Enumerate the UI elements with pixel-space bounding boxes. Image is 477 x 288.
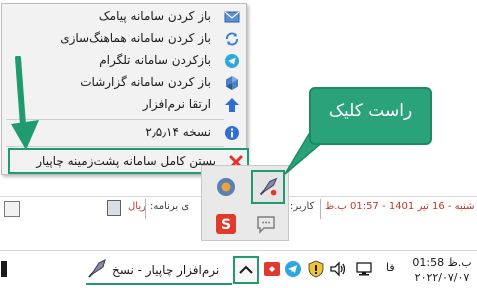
- date-time-label: شنبه - 16 تیر 1401 - 01:57 ب.ظ: [325, 201, 475, 212]
- status-field[interactable]: [4, 201, 20, 217]
- s-app-tray-icon[interactable]: S: [215, 213, 237, 235]
- calculator-icon[interactable]: [107, 200, 121, 216]
- telegram-tray-icon[interactable]: [284, 260, 302, 278]
- taskbar-edge-icon: [1, 261, 7, 277]
- currency-label: ریال: [128, 201, 146, 212]
- user-label: کاربر:: [290, 201, 315, 212]
- program-label: ی برنامه:: [150, 201, 190, 212]
- svg-text:S: S: [221, 217, 231, 233]
- divider: [145, 199, 146, 219]
- annotation-arrow-icon: [11, 56, 39, 150]
- taskbar-clock[interactable]: 01:58 ب.ظ ۲۰۲۲/۰۷/۰۷: [410, 255, 474, 285]
- volume-icon[interactable]: [329, 260, 347, 278]
- sync-icon: [226, 32, 238, 46]
- taskbar-app-label: نرم‌افزار چاپیار - نسخ: [112, 263, 220, 277]
- clock-time: 01:58 ب.ظ: [412, 256, 472, 269]
- anydesk-icon[interactable]: [263, 260, 281, 278]
- upgrade-arrow-icon: [225, 98, 239, 112]
- network-icon[interactable]: [355, 260, 373, 278]
- chevron-up-icon: [239, 265, 253, 274]
- right-click-callout: راست کلیک: [309, 87, 432, 145]
- app-tray-icon[interactable]: [215, 176, 237, 198]
- callout-text: راست کلیک: [328, 101, 413, 121]
- chapyar-app-icon: [88, 259, 106, 278]
- divider: [320, 199, 321, 219]
- language-indicator[interactable]: فا: [386, 261, 395, 274]
- show-hidden-icons-button[interactable]: [233, 256, 259, 284]
- security-shield-icon[interactable]: [307, 260, 325, 278]
- active-indicator: [86, 283, 232, 285]
- taskbar: نرم‌افزار چاپیار - نسخ فا 01:58 ب.ظ ۲۰۲۲…: [0, 250, 477, 288]
- telegram-icon: [225, 54, 239, 68]
- menu-item-open-sms[interactable]: باز کردن سامانه پیامک: [2, 6, 246, 28]
- clock-date: ۲۰۲۲/۰۷/۰۷: [414, 271, 470, 284]
- report-icon: [226, 76, 238, 90]
- mail-icon: [224, 11, 240, 23]
- menu-item-open-sync[interactable]: باز کردن سامانه هماهنگ‌سازی: [2, 28, 246, 50]
- chat-bubble-icon[interactable]: [255, 213, 277, 235]
- info-icon: [225, 126, 239, 140]
- taskbar-app-chapyar[interactable]: نرم‌افزار چاپیار - نسخ: [84, 255, 234, 285]
